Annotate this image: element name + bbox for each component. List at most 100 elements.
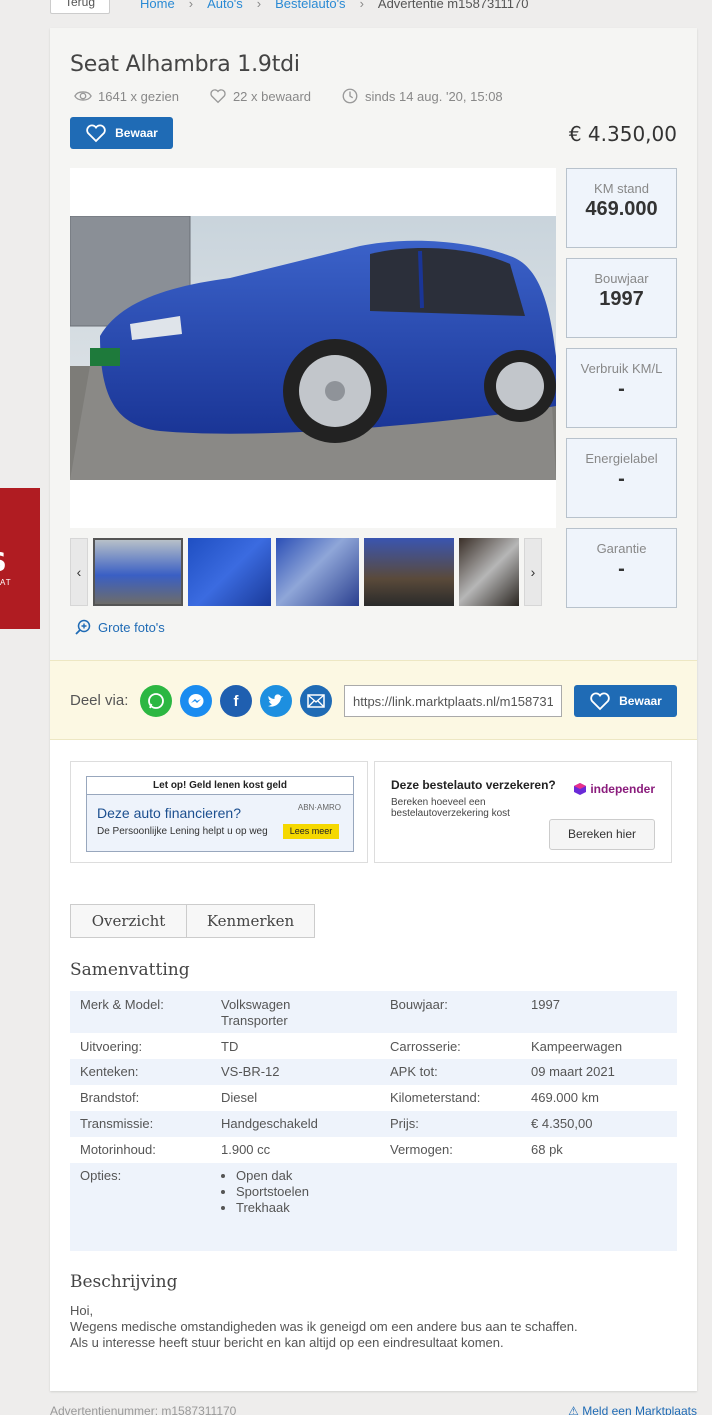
field-value: 09 maart 2021 [531,1064,615,1079]
views-stat: 1641 x gezien [74,87,179,105]
thumbnail[interactable] [459,538,519,606]
table-row-options: Opties: Open dak Sportstoelen Trekhaak [70,1163,677,1251]
lees-meer-button[interactable]: Lees meer [283,824,339,839]
chevron-right-icon: › [359,0,364,11]
saved-count: 22 x bewaard [232,88,312,104]
large-photos-label: Grote foto's [98,619,165,635]
save-button[interactable]: Bewaar [70,117,173,149]
thumbnail[interactable] [276,538,359,606]
thumbnail[interactable] [364,538,454,606]
bereken-button[interactable]: Bereken hier [549,819,655,850]
breadcrumb-bar: Terug Home › Auto's › Bestelauto's › Adv… [50,0,528,14]
field-label: APK tot: [390,1064,438,1079]
share-label: Deel via: [70,692,129,709]
back-button[interactable]: Terug [50,0,111,14]
field-label: Vermogen: [390,1142,453,1157]
heart-icon [210,89,226,104]
main-photo-frame[interactable] [70,168,556,528]
clock-icon [342,88,358,104]
summary-table: Merk & Model: Volkswagen Transporter Bou… [70,991,677,1251]
field-label: Carrosserie: [390,1039,461,1054]
spec-label: Verbruik KM/L [580,361,663,376]
field-value: 1997 [531,997,560,1012]
listing-date: sinds 14 aug. '20, 15:08 [365,88,503,104]
field-value: € 4.350,00 [531,1116,593,1131]
chevron-left-icon[interactable]: ‹ [70,538,88,606]
insurance-ad-subtitle: Bereken hoeveel een bestelautoverzekerin… [391,797,510,819]
ad-number: Advertentienummer: m1587311170 [50,1404,237,1415]
field-value: 1.900 cc [221,1142,271,1157]
crumb-home[interactable]: Home [140,0,175,11]
zoom-in-icon [75,619,91,635]
tab-overzicht[interactable]: Overzicht [70,904,187,938]
field-label: Brandstof: [80,1090,140,1105]
field-label: Bouwjaar: [390,997,448,1012]
car-photo[interactable] [70,216,556,480]
table-row: Merk & Model: Volkswagen Transporter Bou… [70,991,677,1033]
whatsapp-icon[interactable] [140,685,172,717]
field-value: Volkswagen Transporter [221,997,291,1028]
field-value: VS-BR-12 [221,1064,280,1079]
save-button-label: Bewaar [115,126,158,140]
independer-logo: independer [574,782,655,796]
table-row: Uitvoering: TD Carrosserie: Kampeerwagen [70,1033,677,1059]
description-line: Hoi, [70,1303,94,1318]
email-icon[interactable] [300,685,332,717]
warning-icon: ⚠ [568,1404,579,1415]
eye-icon [74,91,92,101]
list-item: Trekhaak [236,1200,309,1216]
description-title: Beschrijving [70,1272,178,1292]
facebook-icon[interactable]: f [220,685,252,717]
spec-label: Bouwjaar [594,271,649,286]
field-label: Opties: [80,1168,122,1183]
field-value: 68 pk [531,1142,563,1157]
chevron-right-icon: › [256,0,262,11]
chevron-right-icon[interactable]: › [524,538,542,606]
crumb-autos[interactable]: Auto's [207,0,243,11]
spec-energielabel: Energielabel - [566,438,677,518]
financing-ad-title: Deze auto financieren? [97,805,241,821]
field-value: 469.000 km [531,1090,599,1105]
save-button[interactable]: Bewaar [574,685,677,717]
field-value: Kampeerwagen [531,1039,623,1054]
field-label: Transmissie: [80,1116,154,1131]
field-label: Motorinhoud: [80,1142,156,1157]
field-value: Diesel [221,1090,258,1105]
thumbnail[interactable] [93,538,183,606]
messenger-icon[interactable] [180,685,212,717]
field-label: Kenteken: [80,1064,139,1079]
field-value: Handgeschakeld [221,1116,318,1131]
spec-km-stand: KM stand 469.000 [566,168,677,248]
breadcrumb: Home › Auto's › Bestelauto's › Advertent… [140,0,528,11]
views-count: 1641 x gezien [98,88,179,104]
field-label: Uitvoering: [80,1039,143,1054]
side-banner-ad[interactable]: S AT [0,488,40,629]
insurance-ad[interactable]: Deze bestelauto verzekeren? Bereken hoev… [374,761,672,863]
report-link[interactable]: ⚠ Meld een Marktplaats [568,1404,697,1415]
share-link-field[interactable] [344,685,562,717]
crumb-bestelautos[interactable]: Bestelauto's [275,0,345,11]
financing-ad-inner: Let op! Geld lenen kost geld Deze auto f… [86,776,354,852]
twitter-icon[interactable] [260,685,292,717]
ads-row: Let op! Geld lenen kost geld Deze auto f… [70,761,672,863]
table-row: Brandstof: Diesel Kilometerstand: 469.00… [70,1085,677,1111]
listing-footer: Advertentienummer: m1587311170 ⚠ Meld ee… [50,1404,697,1415]
thumbnail[interactable] [188,538,271,606]
saved-stat: 22 x bewaard [209,87,311,105]
page-title: Seat Alhambra 1.9tdi [70,52,300,77]
description-text: Hoi, Wegens medische omstandigheden was … [70,1303,578,1351]
financing-ad[interactable]: Let op! Geld lenen kost geld Deze auto f… [70,761,368,863]
heart-icon [590,692,610,711]
tab-kenmerken[interactable]: Kenmerken [187,904,315,938]
options-list: Open dak Sportstoelen Trekhaak [236,1168,309,1216]
field-label: Merk & Model: [80,997,164,1012]
cube-icon [574,783,587,795]
spec-verbruik: Verbruik KM/L - [566,348,677,428]
spec-bouwjaar: Bouwjaar 1997 [566,258,677,338]
spec-garantie: Garantie - [566,528,677,608]
abn-amro-logo: ABN·AMRO [297,803,341,812]
spec-label: Energielabel [585,451,658,466]
large-photos-link[interactable]: Grote foto's [74,618,165,636]
spec-label: KM stand [594,181,649,196]
financing-ad-subtitle: De Persoonlijke Lening helpt u op weg [97,826,268,837]
